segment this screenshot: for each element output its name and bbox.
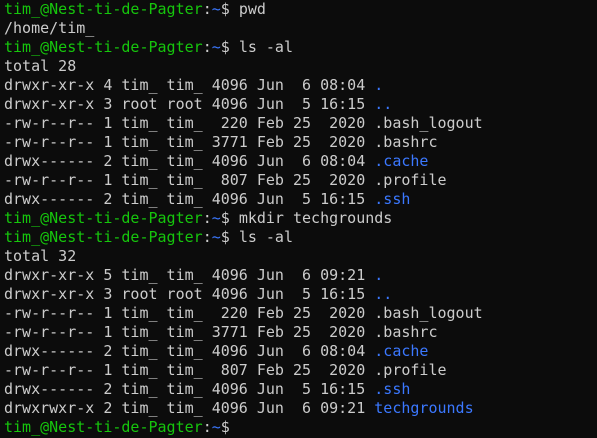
terminal-window[interactable]: tim_@Nest-ti-de-Pagter:~$ pwd/home/tim_ t…	[0, 0, 597, 438]
output-line: total 28	[4, 57, 597, 76]
command-text: ls -al	[238, 38, 293, 56]
command-text: ls -al	[238, 228, 293, 246]
listing-meta: -rw-r--r-- 1 tim_ tim_ 220 Feb 25 2020	[4, 304, 375, 322]
command-text: pwd	[238, 0, 266, 18]
prompt-path: ~	[211, 209, 221, 227]
command-text: mkdir techgrounds	[238, 209, 393, 227]
output-text: total 28	[4, 57, 77, 75]
listing-row: drwxr-xr-x 5 tim_ tim_ 4096 Jun 6 09:21 …	[4, 266, 597, 285]
listing-meta: drwxr-xr-x 4 tim_ tim_ 4096 Jun 6 08:04	[4, 76, 375, 94]
prompt-separator: :	[202, 228, 212, 246]
output-text: total 32	[4, 247, 77, 265]
listing-row: -rw-r--r-- 1 tim_ tim_ 3771 Feb 25 2020 …	[4, 323, 597, 342]
prompt-symbol: $	[220, 0, 239, 18]
prompt-symbol: $	[220, 228, 239, 246]
prompt-user-host: tim_@Nest-ti-de-Pagter	[4, 209, 203, 227]
prompt-user-host: tim_@Nest-ti-de-Pagter	[4, 38, 203, 56]
listing-row: drwx------ 2 tim_ tim_ 4096 Jun 5 16:15 …	[4, 380, 597, 399]
listing-row: -rw-r--r-- 1 tim_ tim_ 3771 Feb 25 2020 …	[4, 133, 597, 152]
listing-row: drwx------ 2 tim_ tim_ 4096 Jun 6 08:04 …	[4, 342, 597, 361]
listing-row: drwxr-xr-x 3 root root 4096 Jun 5 16:15 …	[4, 285, 597, 304]
listing-meta: drwxr-xr-x 5 tim_ tim_ 4096 Jun 6 09:21	[4, 266, 375, 284]
listing-meta: drwxrwxr-x 2 tim_ tim_ 4096 Jun 6 09:21	[4, 399, 375, 417]
file-name: .profile	[374, 171, 447, 189]
file-name: .bash_logout	[374, 114, 483, 132]
prompt-separator: :	[202, 0, 212, 18]
prompt-symbol: $	[220, 38, 239, 56]
file-name: .profile	[374, 361, 447, 379]
output-line: /home/tim_	[4, 19, 597, 38]
output-text: /home/tim_	[4, 19, 95, 37]
listing-meta: -rw-r--r-- 1 tim_ tim_ 3771 Feb 25 2020	[4, 133, 375, 151]
directory-name: ..	[374, 95, 393, 113]
prompt-line: tim_@Nest-ti-de-Pagter:~$ ls -al	[4, 38, 597, 57]
listing-meta: -rw-r--r-- 1 tim_ tim_ 220 Feb 25 2020	[4, 114, 375, 132]
directory-name: .	[374, 76, 384, 94]
listing-meta: -rw-r--r-- 1 tim_ tim_ 807 Feb 25 2020	[4, 171, 375, 189]
directory-name: .ssh	[374, 190, 411, 208]
prompt-separator: :	[202, 209, 212, 227]
directory-name: .ssh	[374, 380, 411, 398]
listing-row: -rw-r--r-- 1 tim_ tim_ 807 Feb 25 2020 .…	[4, 361, 597, 380]
prompt-separator: :	[202, 38, 212, 56]
listing-row: -rw-r--r-- 1 tim_ tim_ 220 Feb 25 2020 .…	[4, 114, 597, 133]
prompt-symbol: $	[220, 418, 239, 436]
directory-name: .	[374, 266, 384, 284]
listing-row: drwxrwxr-x 2 tim_ tim_ 4096 Jun 6 09:21 …	[4, 399, 597, 418]
directory-name: .cache	[374, 342, 429, 360]
listing-meta: drwx------ 2 tim_ tim_ 4096 Jun 5 16:15	[4, 190, 375, 208]
file-name: .bashrc	[374, 133, 438, 151]
prompt-symbol: $	[220, 209, 239, 227]
file-name: .bashrc	[374, 323, 438, 341]
prompt-path: ~	[211, 0, 221, 18]
listing-meta: drwx------ 2 tim_ tim_ 4096 Jun 6 08:04	[4, 342, 375, 360]
prompt-separator: :	[202, 418, 212, 436]
listing-meta: drwxr-xr-x 3 root root 4096 Jun 5 16:15	[4, 285, 375, 303]
listing-row: drwxr-xr-x 4 tim_ tim_ 4096 Jun 6 08:04 …	[4, 76, 597, 95]
prompt-line: tim_@Nest-ti-de-Pagter:~$ ls -al	[4, 228, 597, 247]
listing-meta: drwx------ 2 tim_ tim_ 4096 Jun 6 08:04	[4, 152, 375, 170]
prompt-path: ~	[211, 418, 221, 436]
directory-name: ..	[374, 285, 393, 303]
active-prompt-line: tim_@Nest-ti-de-Pagter:~$	[4, 418, 597, 437]
prompt-user-host: tim_@Nest-ti-de-Pagter	[4, 228, 203, 246]
output-line: total 32	[4, 247, 597, 266]
prompt-path: ~	[211, 228, 221, 246]
directory-name: .cache	[374, 152, 429, 170]
prompt-user-host: tim_@Nest-ti-de-Pagter	[4, 0, 203, 18]
listing-meta: -rw-r--r-- 1 tim_ tim_ 807 Feb 25 2020	[4, 361, 375, 379]
listing-row: drwxr-xr-x 3 root root 4096 Jun 5 16:15 …	[4, 95, 597, 114]
listing-meta: -rw-r--r-- 1 tim_ tim_ 3771 Feb 25 2020	[4, 323, 375, 341]
listing-row: drwx------ 2 tim_ tim_ 4096 Jun 5 16:15 …	[4, 190, 597, 209]
prompt-user-host: tim_@Nest-ti-de-Pagter	[4, 418, 203, 436]
prompt-line: tim_@Nest-ti-de-Pagter:~$ mkdir techgrou…	[4, 209, 597, 228]
prompt-line: tim_@Nest-ti-de-Pagter:~$ pwd	[4, 0, 597, 19]
file-name: .bash_logout	[374, 304, 483, 322]
listing-row: drwx------ 2 tim_ tim_ 4096 Jun 6 08:04 …	[4, 152, 597, 171]
listing-row: -rw-r--r-- 1 tim_ tim_ 807 Feb 25 2020 .…	[4, 171, 597, 190]
directory-name: techgrounds	[374, 399, 474, 417]
listing-row: -rw-r--r-- 1 tim_ tim_ 220 Feb 25 2020 .…	[4, 304, 597, 323]
listing-meta: drwxr-xr-x 3 root root 4096 Jun 5 16:15	[4, 95, 375, 113]
listing-meta: drwx------ 2 tim_ tim_ 4096 Jun 5 16:15	[4, 380, 375, 398]
text-cursor[interactable]	[239, 418, 248, 435]
prompt-path: ~	[211, 38, 221, 56]
